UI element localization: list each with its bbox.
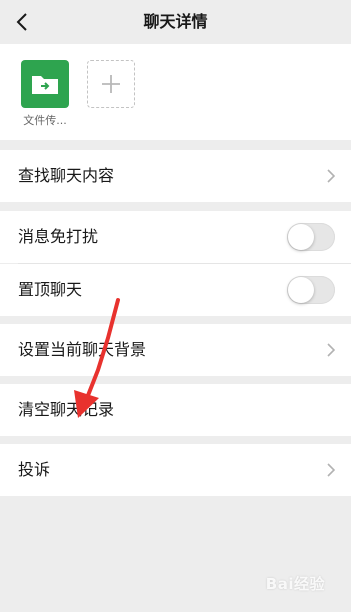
add-member-button[interactable] (87, 60, 135, 108)
clear-history-cell[interactable]: 清空聊天记录 (0, 384, 351, 436)
members-section: 文件传... (0, 44, 351, 140)
chevron-right-icon (327, 169, 335, 183)
watermark: Bai经验 (265, 575, 325, 593)
toggle-knob (288, 277, 314, 303)
mute-label: 消息免打扰 (18, 227, 99, 246)
chevron-right-icon (327, 463, 335, 477)
chat-background-label: 设置当前聊天背景 (18, 340, 147, 359)
mute-toggle[interactable] (287, 223, 335, 251)
pin-cell: 置顶聊天 (0, 264, 351, 316)
file-transfer-icon (32, 76, 58, 94)
chat-background-cell[interactable]: 设置当前聊天背景 (0, 324, 351, 376)
complain-cell[interactable]: 投诉 (0, 444, 351, 496)
complain-label: 投诉 (18, 460, 51, 479)
member-file-transfer[interactable]: 文件传... (14, 58, 76, 128)
pin-label: 置顶聊天 (18, 280, 83, 299)
chevron-right-icon (327, 343, 335, 357)
mute-cell: 消息免打扰 (0, 211, 351, 263)
file-transfer-avatar (21, 60, 69, 108)
member-name: 文件传... (23, 114, 67, 127)
search-chat-cell[interactable]: 查找聊天内容 (0, 150, 351, 202)
search-chat-label: 查找聊天内容 (18, 166, 115, 185)
toggle-knob (288, 224, 314, 250)
pin-toggle[interactable] (287, 276, 335, 304)
page-title: 聊天详情 (143, 12, 208, 31)
navigation-bar: 聊天详情 (0, 0, 351, 44)
clear-history-label: 清空聊天记录 (18, 400, 115, 419)
plus-icon (102, 75, 120, 93)
